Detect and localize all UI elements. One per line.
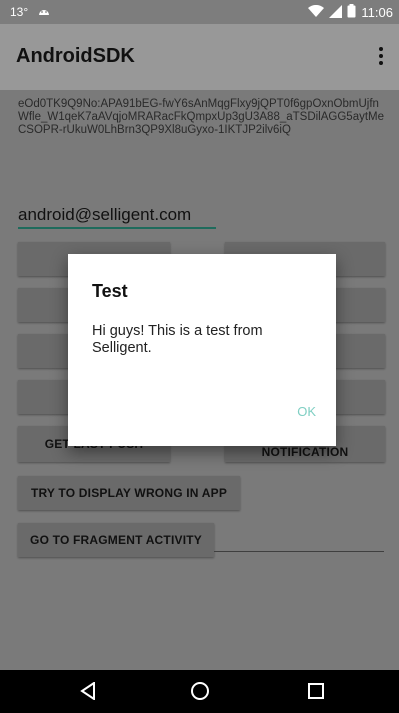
app-bar: AndroidSDK <box>0 24 399 90</box>
recents-icon[interactable] <box>304 680 328 702</box>
go-to-fragment-activity-button[interactable]: GO TO FRAGMENT ACTIVITY <box>18 523 214 557</box>
dialog-title: Test <box>92 281 128 301</box>
email-field[interactable] <box>18 203 216 227</box>
back-icon[interactable] <box>76 680 100 702</box>
try-display-wrong-in-app-button[interactable]: TRY TO DISPLAY WRONG IN APP <box>18 476 240 510</box>
status-time: 11:06 <box>361 5 393 20</box>
status-temperature: 13° <box>10 5 29 19</box>
navigation-bar <box>0 670 399 713</box>
notification-button-line2: NOTIFICATION <box>261 445 349 459</box>
divider <box>214 551 384 552</box>
dialog-ok-button[interactable]: OK <box>297 404 316 419</box>
alert-dialog: Test Hi guys! This is a test from Sellig… <box>68 254 336 446</box>
android-notification-icon <box>38 5 50 19</box>
wifi-icon <box>308 4 325 21</box>
status-bar: 13° 11:06 <box>0 0 399 24</box>
email-field-container <box>18 203 216 229</box>
push-token-text: eOd0TK9Q9No:APA91bEG-fwY6sAnMqgFlxy9jQPT… <box>18 98 385 136</box>
battery-icon <box>347 4 356 21</box>
app-title: AndroidSDK <box>16 45 135 67</box>
home-icon[interactable] <box>188 680 212 702</box>
more-vert-icon[interactable] <box>373 46 389 70</box>
signal-icon <box>329 4 343 21</box>
dialog-message: Hi guys! This is a test from Selligent. <box>92 323 263 356</box>
